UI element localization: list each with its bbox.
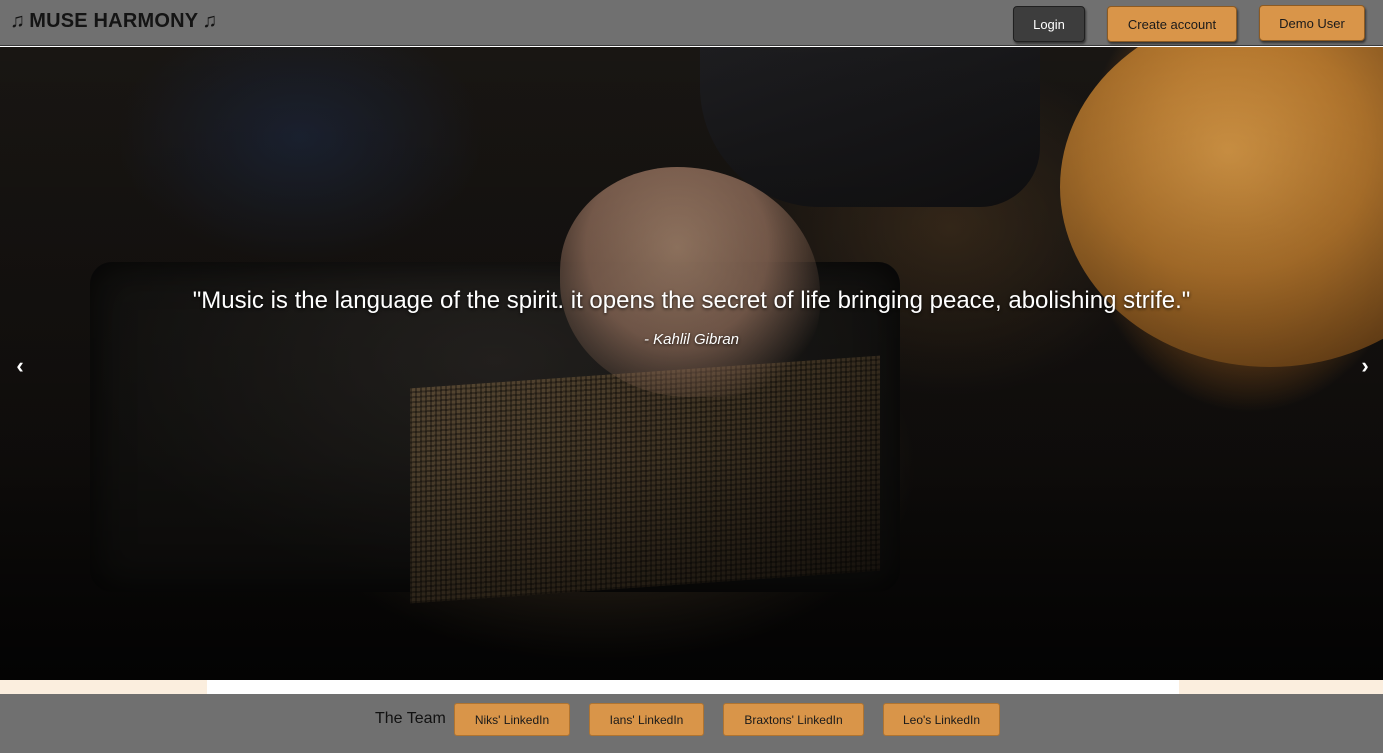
create-account-button[interactable]: Create account — [1107, 6, 1237, 42]
braxtons-linkedin-button[interactable]: Braxtons' LinkedIn — [723, 703, 864, 736]
carousel-author: - Kahlil Gibran — [643, 331, 740, 348]
ians-linkedin-button[interactable]: Ians' LinkedIn — [589, 703, 704, 736]
divider-strip-middle — [207, 680, 1179, 694]
music-note-icon: ♫ — [10, 10, 26, 32]
music-note-icon: ♫ — [202, 10, 218, 32]
team-label: The Team — [375, 710, 446, 727]
divider-strip-left — [0, 680, 207, 694]
demo-user-button[interactable]: Demo User — [1259, 5, 1365, 41]
carousel-quote: "Music is the language of the spirit. it… — [192, 287, 1191, 314]
carousel-next-icon[interactable]: › — [1351, 352, 1379, 380]
divider-strip-right — [1179, 680, 1383, 694]
leos-linkedin-button[interactable]: Leo's LinkedIn — [883, 703, 1000, 736]
login-button[interactable]: Login — [1013, 6, 1085, 42]
hero-carousel: "Music is the language of the spirit. it… — [0, 47, 1383, 680]
site-title: MUSE HARMONY — [29, 10, 199, 32]
footer: The Team Niks' LinkedIn Ians' LinkedIn B… — [0, 694, 1383, 753]
site-logo[interactable]: ♫ MUSE HARMONY ♫ — [10, 10, 217, 33]
carousel-prev-icon[interactable]: ‹ — [6, 352, 34, 380]
top-nav: ♫ MUSE HARMONY ♫ Login Create account De… — [0, 0, 1383, 46]
hero-overlay — [0, 47, 1383, 680]
niks-linkedin-button[interactable]: Niks' LinkedIn — [454, 703, 570, 736]
